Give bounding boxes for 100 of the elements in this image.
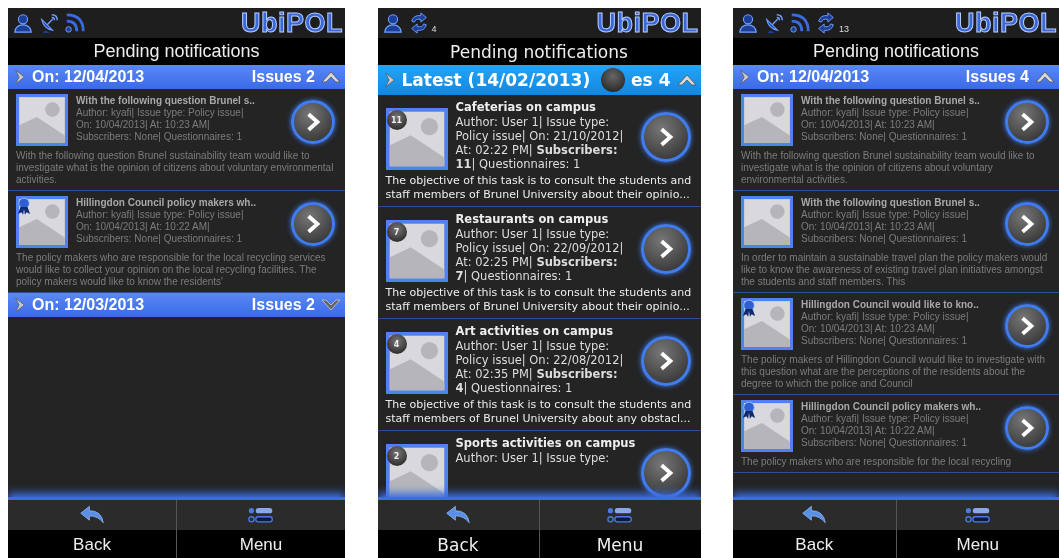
app-logo: UbiPOL <box>955 8 1058 39</box>
issue-details: Subscribers: None| Questionnaires: 1 <box>801 131 968 143</box>
open-button[interactable] <box>1005 202 1049 246</box>
chevron-up-icon[interactable] <box>676 73 697 87</box>
issue-details: Author: kyafi| Issue type: Policy issue| <box>801 311 970 323</box>
satellite-dish-icon[interactable] <box>763 12 785 34</box>
open-button[interactable] <box>640 448 691 497</box>
issue-description: In order to maintain a sustainable travel plan the policy makers would like to know the awareness of existing travel plan initiatives amongst the students and staff members. This <box>741 252 1049 288</box>
app-logo: UbiPOL <box>596 8 700 39</box>
chevron-right-icon <box>383 72 396 88</box>
group-date: On: 12/04/2013 <box>32 68 146 86</box>
sync-count: 4 <box>431 24 437 34</box>
open-button[interactable] <box>640 224 691 274</box>
back-arrow-icon <box>801 505 828 525</box>
chevron-down-icon[interactable] <box>321 298 341 312</box>
issue-details: Subscribers: None| Questionnaires: 1 <box>76 131 243 143</box>
list-icon <box>607 505 633 525</box>
issue-details: Subscribers: None| Questionnaires: 1 <box>76 233 243 245</box>
issue-details: Author: kyafi| Issue type: Policy issue| <box>76 209 245 221</box>
group-header[interactable]: On: 12/03/2013 Issues 2 <box>8 293 345 317</box>
chevron-up-icon[interactable] <box>1035 70 1055 84</box>
issue-details: Author: User 1| Issue type: <box>455 115 611 129</box>
issue-details: Policy issue| On: 22/09/2012| <box>455 241 625 255</box>
group-date: On: 12/03/2013 <box>32 296 146 314</box>
screen-title: Pending notifications <box>93 41 260 62</box>
menu-button[interactable]: Menu <box>177 500 345 558</box>
open-button[interactable] <box>291 202 335 246</box>
group-header[interactable]: On: 12/04/2013 Issues 2 <box>8 65 345 89</box>
image-icon <box>385 220 448 282</box>
open-button[interactable] <box>1005 406 1049 450</box>
issue-title: With the following question Brunel s.. <box>801 94 981 107</box>
group-date: On: 12/04/2013 <box>757 68 871 86</box>
user-icon[interactable] <box>737 12 759 34</box>
open-button[interactable] <box>1005 100 1049 144</box>
issue-details: 7| Questionnaires: 1 <box>455 269 574 283</box>
back-button[interactable]: Back <box>8 500 177 558</box>
issue-details: Author: User 1| Issue type: <box>455 451 611 465</box>
issue-details: Author: User 1| Issue type: <box>455 227 611 241</box>
issue-description: The objective of this task is to consult the students and staff members of Brunel University about their opinio... <box>385 286 693 314</box>
list-icon <box>248 505 274 525</box>
issues-count: Issues 2 <box>251 296 315 314</box>
open-button[interactable] <box>640 336 691 386</box>
menu-button[interactable]: Menu <box>539 500 701 558</box>
back-arrow-icon <box>79 505 105 525</box>
app-logo: UbiPOL <box>241 8 344 39</box>
back-button[interactable]: Back <box>377 500 540 558</box>
issue-details: Subscribers: None| Questionnaires: 1 <box>801 233 968 245</box>
issue-details: On: 10/04/2013| At: 10:23 AM| <box>801 119 936 131</box>
group-date: Latest (14/02/2013) <box>401 70 592 90</box>
issue-title: Sports activities on campus <box>455 436 633 451</box>
open-button[interactable] <box>1005 304 1049 348</box>
issue-details: Author: kyafi| Issue type: Policy issue| <box>801 209 970 221</box>
issue-details: 4| Questionnaires: 1 <box>455 381 574 395</box>
user-icon[interactable] <box>381 12 404 34</box>
issue-title: Cafeterias on campus <box>455 100 597 115</box>
issue-details: Subscribers: None| Questionnaires: 1 <box>801 437 968 449</box>
open-button[interactable] <box>640 112 691 162</box>
chevron-right-icon <box>14 297 26 313</box>
group-header[interactable]: On: 12/04/2013 Issues 4 <box>733 65 1059 89</box>
issue-details: On: 10/04/2013| At: 10:23 AM| <box>801 323 936 335</box>
issue-description: With the following question Brunel sustainability team would like to investigate what is the opinion of citizens about voluntary environmental activities. <box>741 150 1036 186</box>
image-icon <box>385 332 448 394</box>
issue-description: The policy makers who are responsible for the local recycling <box>741 456 1013 468</box>
issue-details: At: 02:35 PM| Subscribers: <box>455 367 619 381</box>
issue-title: Hillingdon Council policy makers wh.. <box>76 196 258 209</box>
issue-details: On: 10/04/2013| At: 10:23 AM| <box>76 119 211 131</box>
issue-title: With the following question Brunel s.. <box>801 196 981 209</box>
open-button[interactable] <box>291 100 335 144</box>
feed-icon[interactable] <box>789 12 811 34</box>
chevron-right-icon <box>14 69 26 85</box>
issues-count: es 4 <box>601 70 671 90</box>
issue-details: On: 10/04/2013| At: 10:22 AM| <box>76 221 211 233</box>
screen-title: Pending notifications <box>450 41 628 62</box>
issues-count: Issues 2 <box>251 68 315 86</box>
issue-title: Art activities on campus <box>455 324 615 339</box>
menu-button[interactable]: Menu <box>896 500 1059 558</box>
feed-icon[interactable] <box>64 12 86 34</box>
issue-details: Subscribers: None| Questionnaires: 1 <box>801 335 968 347</box>
issue-details: Author: kyafi| Issue type: Policy issue| <box>801 107 970 119</box>
issue-details: On: 10/04/2013| At: 10:22 AM| <box>801 425 936 437</box>
back-button[interactable]: Back <box>733 500 897 558</box>
image-icon <box>385 444 448 497</box>
image-icon <box>16 196 68 248</box>
issue-title: Hillingdon Council would like to kno.. <box>801 298 980 311</box>
issue-details: 11| Questionnaires: 1 <box>455 157 582 171</box>
issue-title: With the following question Brunel s.. <box>76 94 256 107</box>
image-icon <box>741 298 793 350</box>
sync-icon[interactable] <box>815 12 837 34</box>
sync-count: 13 <box>839 24 849 34</box>
chevron-up-icon[interactable] <box>321 70 341 84</box>
satellite-dish-icon[interactable] <box>38 12 60 34</box>
issue-details: Policy issue| On: 21/10/2012| <box>455 129 625 143</box>
issue-details: On: 10/04/2013| At: 10:23 AM| <box>801 221 936 233</box>
issue-description: The objective of this task is to consult the students and staff members of Brunel University about any obstacl... <box>385 398 693 426</box>
issue-description: With the following question Brunel sustainability team would like to investigate what is the opinion of citizens about voluntary environmental activities. <box>16 150 335 186</box>
issue-details: At: 02:22 PM| Subscribers: <box>455 143 619 157</box>
user-icon[interactable] <box>12 12 34 34</box>
issues-count: Issues 4 <box>965 68 1029 86</box>
issue-description: The policy makers who are responsible for the local recycling services would like to collect your opinion on the local recycling facilities. The policy makers would like to know the residents' <box>16 252 327 288</box>
screen-title: Pending notifications <box>812 41 980 62</box>
